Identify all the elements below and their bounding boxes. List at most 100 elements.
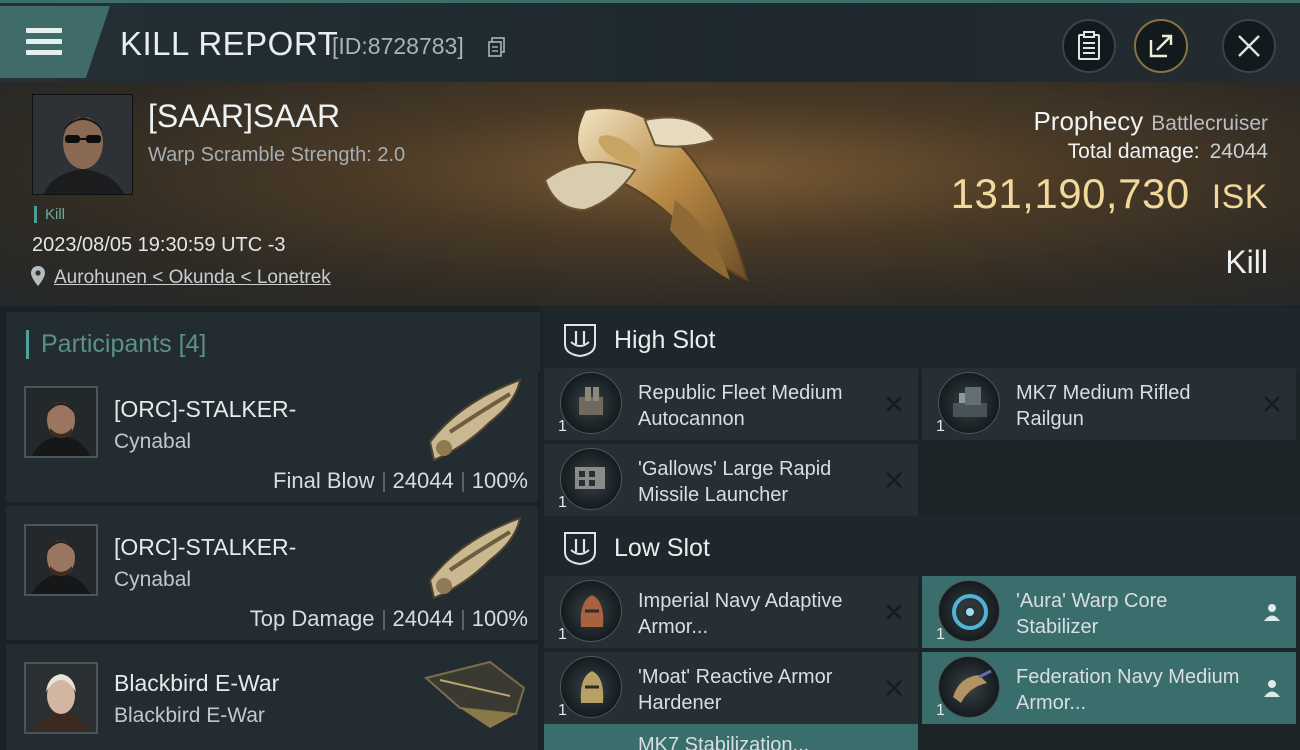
warp-core-stabilizer-icon <box>938 580 1000 642</box>
module-quantity: 1 <box>936 418 945 435</box>
module-item[interactable]: 1 'Aura' Warp Core Stabilizer <box>922 576 1296 648</box>
total-damage: Total damage: 24044 <box>1068 140 1268 164</box>
module-item[interactable]: 1 Federation Navy Medium Armor... <box>922 652 1296 724</box>
divider <box>382 472 385 493</box>
hamburger-icon <box>26 28 62 61</box>
destroyed-icon <box>886 604 902 620</box>
pilot-portrait-icon <box>26 664 96 732</box>
pilot-portrait-icon <box>26 388 96 456</box>
participant-ship-image <box>428 378 522 462</box>
module-item[interactable]: 1 'Moat' Reactive Armor Hardener <box>544 652 918 724</box>
menu-button[interactable] <box>0 6 110 78</box>
participant-ship: Cynabal <box>114 568 192 591</box>
participant-stats: Top Damage 24044 100% <box>250 606 528 632</box>
participant-name: [ORC]-STALKER- <box>114 396 297 422</box>
person-icon <box>1264 604 1280 621</box>
ship-name: Prophecy <box>1033 106 1144 136</box>
total-damage-value: 24044 <box>1209 140 1268 163</box>
victim-ship-image <box>543 107 749 282</box>
module-name: Federation Navy Medium Armor... <box>1016 666 1240 714</box>
low-slot-header: Low Slot <box>544 516 1300 580</box>
participant-ship-image <box>423 660 526 728</box>
victim-ship[interactable]: Prophecy Battlecruiser <box>1033 106 1268 137</box>
module-name: MK7 Stabilization... <box>638 734 810 750</box>
module-name: 'Aura' Warp Core Stabilizer <box>1016 590 1168 638</box>
module-item[interactable]: 1 MK7 Medium Rifled Railgun <box>922 368 1296 440</box>
module-quantity: 1 <box>936 702 945 719</box>
participant-ship: Blackbird E-War <box>114 704 265 727</box>
page-title: KILL REPORT <box>120 25 339 62</box>
participant-role: Final Blow <box>273 468 375 493</box>
fitting-panel: High Slot 1 Republic Fleet Medium Autoca… <box>540 306 1300 750</box>
participant-percent: 100% <box>471 606 528 631</box>
participant-card[interactable]: [ORC]-STALKER- Cynabal Final Blow 24044 10… <box>6 368 538 502</box>
autocannon-icon <box>560 372 622 434</box>
module-item[interactable]: 1 Imperial Navy Adaptive Armor... <box>544 576 918 648</box>
participant-ship-image <box>428 516 522 600</box>
kill-tag: Kill <box>34 206 65 223</box>
pilot-portrait-icon <box>33 95 132 194</box>
kill-location-link[interactable]: Aurohunen < Okunda < Lonetrek <box>54 267 331 289</box>
high-slot-header: High Slot <box>544 308 1300 372</box>
clipboard-button[interactable] <box>1062 19 1116 73</box>
participant-card[interactable]: Blackbird E-War Blackbird E-War <box>6 644 538 750</box>
module-quantity: 1 <box>558 702 567 719</box>
warp-scramble-strength: Warp Scramble Strength: 2.0 <box>148 144 406 166</box>
victim-name[interactable]: [SAAR]SAAR <box>148 98 340 135</box>
participant-name: Blackbird E-War <box>114 670 280 696</box>
module-quantity: 1 <box>558 418 567 435</box>
ship-class: Battlecruiser <box>1151 112 1268 135</box>
module-name: Republic Fleet Medium Autocannon <box>638 382 843 430</box>
kill-timestamp: 2023/08/05 19:30:59 UTC -3 <box>32 234 286 256</box>
module-name: 'Moat' Reactive Armor Hardener <box>638 666 833 714</box>
participant-damage: 24044 <box>392 468 454 493</box>
destroyed-icon <box>886 680 902 696</box>
location-pin-icon <box>31 266 45 286</box>
participant-damage: 24044 <box>392 606 454 631</box>
participant-avatar[interactable] <box>24 524 98 596</box>
close-icon <box>1238 35 1260 57</box>
total-damage-label: Total damage: <box>1067 140 1200 163</box>
destroyed-icon <box>1264 396 1280 412</box>
module-item-partial[interactable]: MK7 Stabilization... <box>544 724 918 750</box>
module-quantity: 1 <box>558 494 567 511</box>
participant-name: [ORC]-STALKER- <box>114 534 297 560</box>
participant-role: Top Damage <box>249 606 375 631</box>
divider <box>382 610 385 631</box>
pilot-portrait-icon <box>26 526 96 594</box>
participant-stats: Final Blow 24044 100% <box>273 468 528 494</box>
participants-count: [4] <box>178 330 207 358</box>
module-name: MK7 Medium Rifled Railgun <box>1016 382 1191 430</box>
isk-value: 131,190,730 ISK <box>951 170 1268 218</box>
participant-avatar[interactable] <box>24 662 98 734</box>
copy-icon[interactable] <box>488 37 506 57</box>
low-slot-label: Low Slot <box>614 534 710 562</box>
report-id: [ID:8728783] <box>332 33 464 59</box>
share-button[interactable] <box>1134 19 1188 73</box>
participants-title: Participants [4] <box>26 330 206 359</box>
victim-avatar[interactable] <box>32 94 133 195</box>
divider <box>461 472 464 493</box>
destroyed-icon <box>886 472 902 488</box>
participant-card[interactable]: [ORC]-STALKER- Cynabal Top Damage 24044 10… <box>6 506 538 640</box>
clipboard-icon <box>1078 31 1100 60</box>
isk-amount: 131,190,730 <box>950 170 1190 217</box>
participants-header: Participants [4] <box>6 312 540 372</box>
isk-unit: ISK <box>1211 178 1268 216</box>
module-name: Imperial Navy Adaptive Armor... <box>638 590 843 638</box>
module-item[interactable]: 1 'Gallows' Large Rapid Missile Launcher <box>544 444 918 516</box>
participant-avatar[interactable] <box>24 386 98 458</box>
module-item[interactable]: 1 Republic Fleet Medium Autocannon <box>544 368 918 440</box>
kill-result: Kill <box>1225 244 1268 280</box>
close-button[interactable] <box>1222 19 1276 73</box>
railgun-icon <box>938 372 1000 434</box>
module-name: 'Gallows' Large Rapid Missile Launcher <box>638 458 832 506</box>
module-quantity: 1 <box>936 626 945 643</box>
low-slot-icon <box>564 532 596 566</box>
person-icon <box>1264 680 1280 697</box>
participants-label: Participants <box>41 330 172 358</box>
high-slot-icon <box>564 324 596 358</box>
share-icon <box>1149 34 1173 58</box>
high-slot-label: High Slot <box>614 326 716 354</box>
reactive-armor-hardener-icon <box>560 656 622 718</box>
